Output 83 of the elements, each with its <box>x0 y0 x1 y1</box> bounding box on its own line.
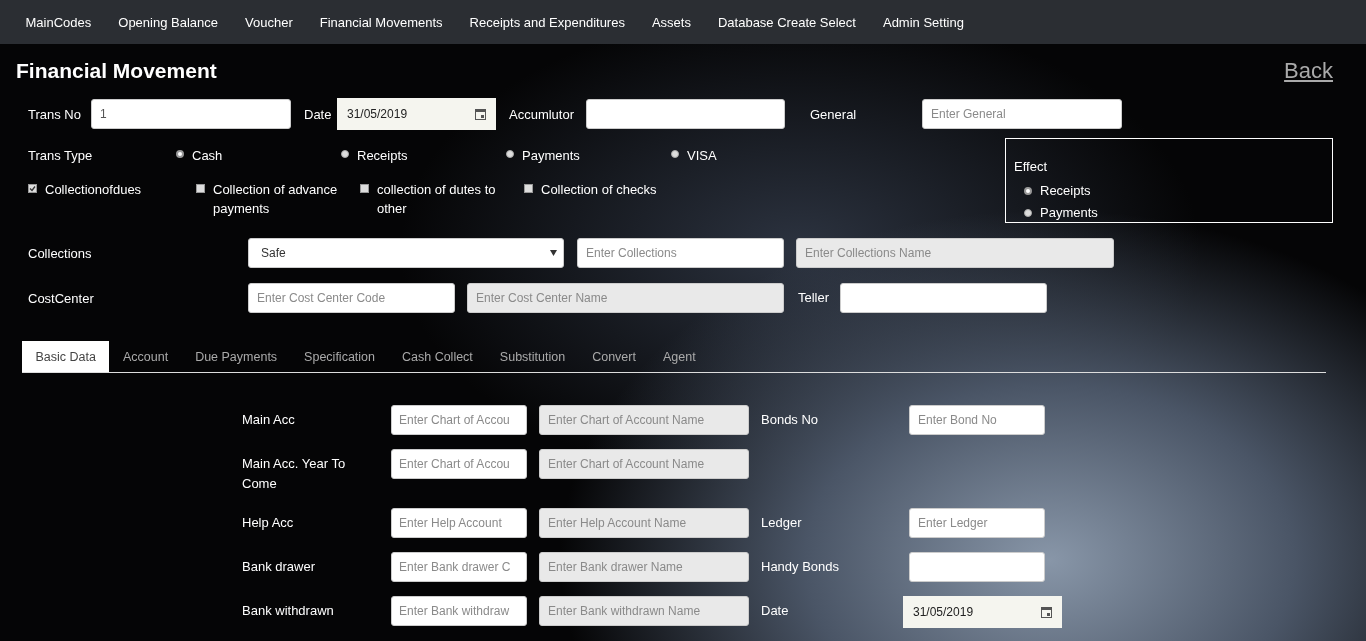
input-field[interactable]: Enter Chart of Accou <box>391 405 527 435</box>
input-field[interactable]: Enter Bank drawer Name <box>539 552 749 582</box>
field-label: Bank drawer <box>242 558 316 576</box>
checkbox-option[interactable]: collection of dutes to other <box>360 180 524 218</box>
radio-option[interactable]: Cash <box>176 145 341 165</box>
group-title: Effect <box>1014 159 1048 174</box>
checkbox-option[interactable]: Collection of advance payments <box>196 180 360 218</box>
field-label: Main Acc. Year To Come <box>242 455 347 493</box>
checkbox-icon[interactable] <box>196 184 205 193</box>
tab[interactable]: Due Payments <box>181 341 291 372</box>
page-title: Financial Movement <box>16 59 217 83</box>
radio-option[interactable]: Receipts <box>341 145 506 165</box>
field-label: Collections <box>27 245 93 261</box>
input-field[interactable]: Enter Help Account Name <box>539 508 749 538</box>
nav-menu-item[interactable]: Financial Movements <box>306 14 457 30</box>
tab[interactable]: Substitution <box>486 341 579 372</box>
radio-option[interactable]: Payments <box>1014 202 1224 224</box>
tab[interactable]: Cash Collect <box>388 341 487 372</box>
nav-menu-item[interactable]: Assets <box>638 14 705 30</box>
date-field[interactable]: 31/05/2019 <box>337 98 496 130</box>
dropdown-select[interactable]: Safe <box>248 238 564 268</box>
radio-icon[interactable] <box>1024 187 1032 195</box>
input-field[interactable]: Enter Ledger <box>909 508 1045 538</box>
checkbox-icon[interactable] <box>360 184 369 193</box>
tab[interactable]: Account <box>109 341 182 372</box>
back-link[interactable]: Back <box>1284 58 1333 84</box>
field-label: CostCenter <box>27 290 95 306</box>
input-field[interactable]: Enter Cost Center Code <box>248 283 455 313</box>
radio-option[interactable]: Payments <box>506 145 671 165</box>
checkbox-option[interactable]: Collection of checks <box>524 180 674 199</box>
field-label: Handy Bonds <box>761 558 841 576</box>
caret-icon <box>550 250 557 256</box>
radio-option[interactable]: Receipts <box>1014 180 1224 202</box>
calendar-icon[interactable] <box>475 108 486 120</box>
tab[interactable]: Agent <box>649 341 710 372</box>
field-label: Accumlutor <box>509 106 576 122</box>
nav-menu-item[interactable]: MainCodes <box>12 14 105 30</box>
input-field[interactable]: Enter Help Account <box>391 508 527 538</box>
nav-menu-item[interactable]: Voucher <box>231 14 307 30</box>
field-label: Date <box>761 602 790 620</box>
radio-icon[interactable] <box>341 149 349 158</box>
field-label: Main Acc <box>242 411 296 429</box>
input-field[interactable] <box>909 552 1045 582</box>
field-label: Trans No <box>27 106 82 122</box>
nav-menu-item[interactable]: Admin Setting <box>869 14 978 30</box>
tab[interactable]: Specification <box>290 341 389 372</box>
input-field[interactable]: Enter Cost Center Name <box>467 283 784 313</box>
radio-icon[interactable] <box>1024 209 1032 217</box>
calendar-icon[interactable] <box>1041 606 1052 618</box>
field-label: Bank withdrawn <box>242 602 335 620</box>
tab[interactable]: Basic Data <box>22 341 110 372</box>
input-field[interactable]: Enter Chart of Account Name <box>539 449 749 479</box>
input-field[interactable]: Enter Collections Name <box>796 238 1114 268</box>
checkbox-icon[interactable] <box>28 184 37 193</box>
field-label: Teller <box>798 289 831 307</box>
input-field[interactable]: Enter Bank withdraw <box>391 596 527 626</box>
input-field[interactable]: Enter General <box>922 99 1122 129</box>
field-label: General <box>810 106 858 122</box>
input-field[interactable]: Enter Chart of Accou <box>391 449 527 479</box>
input-field[interactable]: Enter Bank withdrawn Name <box>539 596 749 626</box>
radio-icon[interactable] <box>176 149 184 158</box>
nav-menu-item[interactable]: Receipts and Expenditures <box>456 14 639 30</box>
field-label: Bonds No <box>761 411 820 429</box>
field-label: Date <box>304 106 333 122</box>
nav-menu-item[interactable]: Opening Balance <box>104 14 232 30</box>
checkbox-option[interactable]: Collectionofdues <box>28 180 196 199</box>
radio-icon[interactable] <box>506 149 514 158</box>
input-field[interactable] <box>840 283 1047 313</box>
checkbox-icon[interactable] <box>524 184 533 193</box>
input-field[interactable] <box>586 99 785 129</box>
date-field[interactable]: 31/05/2019 <box>903 596 1062 628</box>
field-label: Trans Type <box>27 147 94 163</box>
input-field[interactable]: Enter Chart of Account Name <box>539 405 749 435</box>
input-field[interactable]: Enter Bank drawer C <box>391 552 527 582</box>
nav-menu-item[interactable]: Database Create Select <box>704 14 870 30</box>
radio-icon[interactable] <box>671 149 679 158</box>
field-label: Help Acc <box>242 514 295 532</box>
tab[interactable]: Convert <box>578 341 650 372</box>
input-field[interactable]: 1 <box>91 99 291 129</box>
input-field[interactable]: Enter Bond No <box>909 405 1045 435</box>
input-field[interactable]: Enter Collections <box>577 238 784 268</box>
radio-option[interactable]: VISA <box>671 145 836 165</box>
field-label: Ledger <box>761 514 803 532</box>
